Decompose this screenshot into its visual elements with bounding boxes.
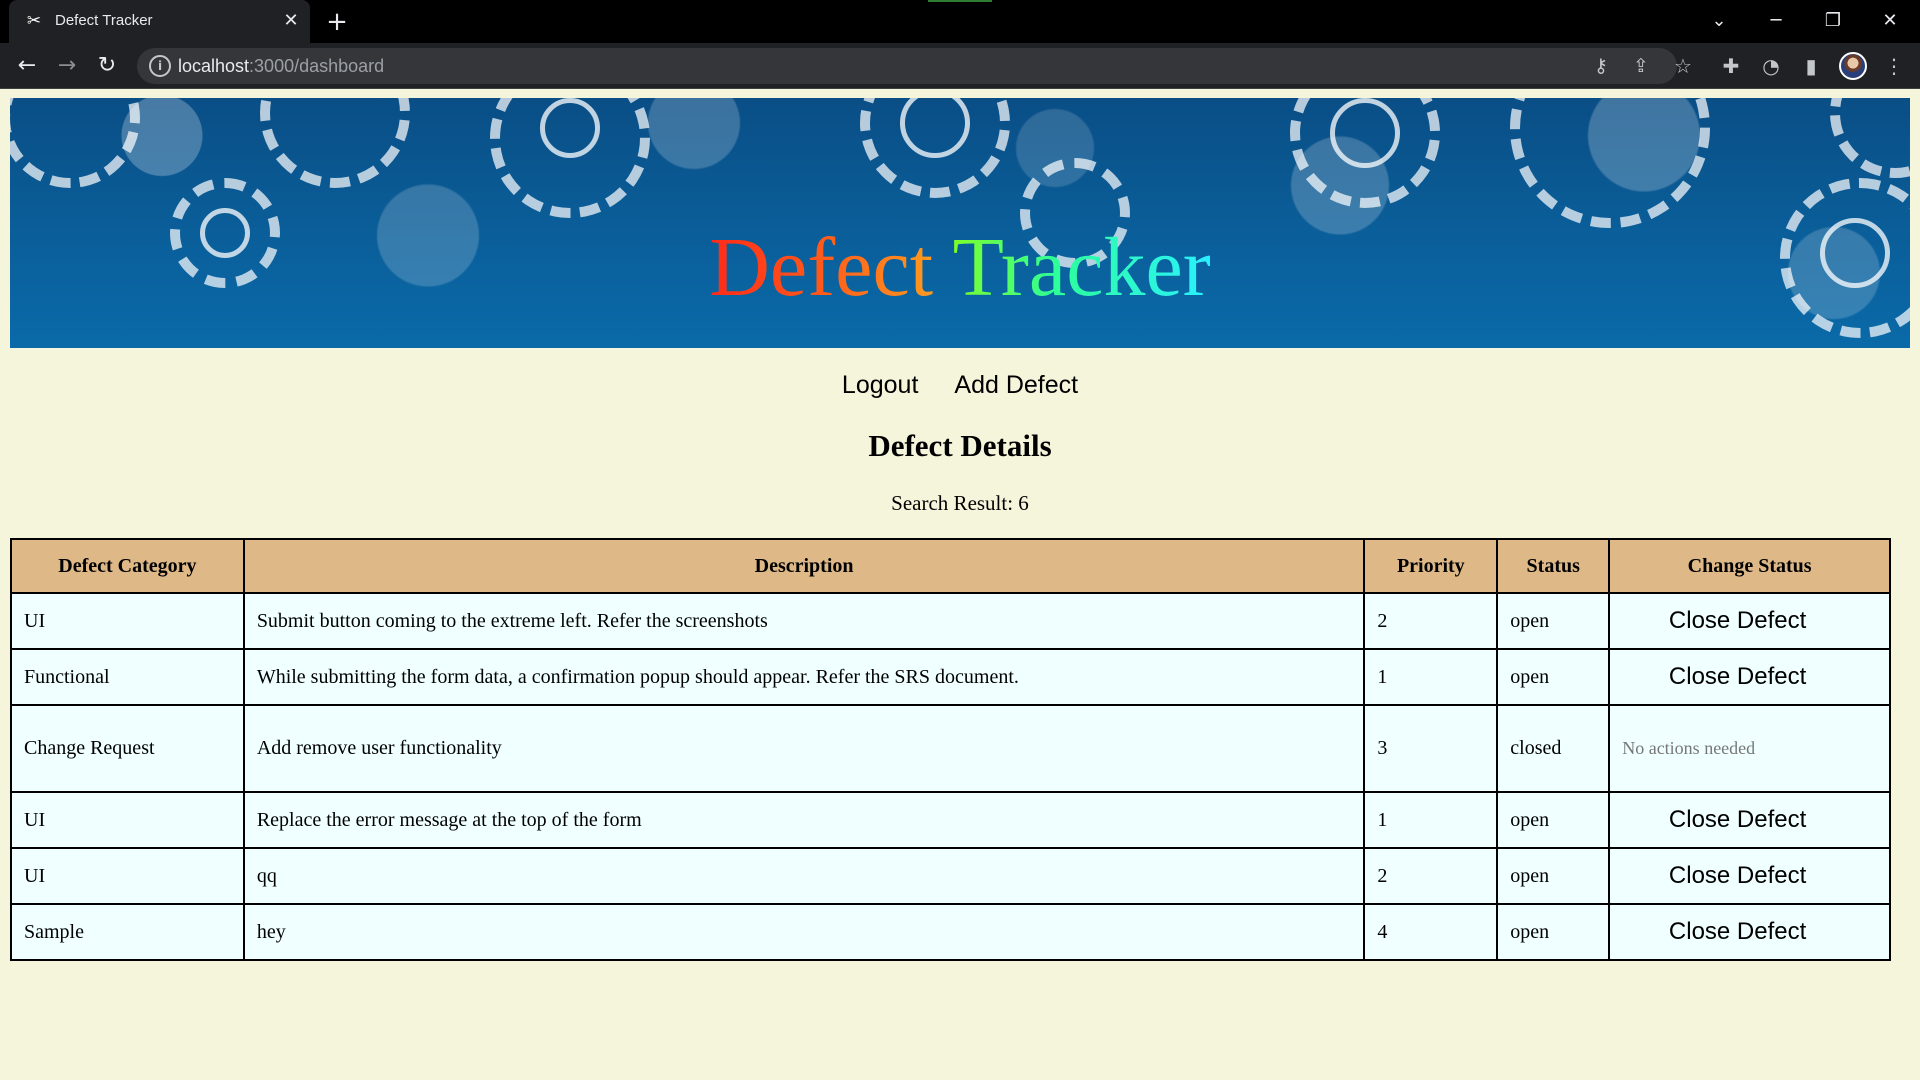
banner-title-part1: Defect — [709, 221, 934, 314]
cell-change-status: No actions needed — [1608, 704, 1891, 793]
cell-description: Add remove user functionality — [242, 704, 1366, 793]
new-tab-icon[interactable]: + — [323, 8, 351, 36]
cell-description: Replace the error message at the top of … — [242, 791, 1366, 849]
restore-icon[interactable]: ❐ — [1813, 6, 1853, 36]
cell-category: UI — [10, 592, 245, 650]
close-window-icon[interactable]: ✕ — [1870, 6, 1910, 36]
cell-status: open — [1496, 847, 1611, 905]
chevron-down-icon[interactable]: ⌄ — [1699, 6, 1739, 36]
close-defect-button[interactable]: Close Defect — [1622, 862, 1877, 890]
cell-priority: 4 — [1363, 903, 1499, 961]
table-row: UI qq 2 open Close Defect — [10, 847, 1891, 905]
cell-description: hey — [242, 903, 1366, 961]
gear-decoration — [260, 98, 410, 188]
side-panel-icon[interactable]: ▮ — [1796, 51, 1826, 81]
cell-description: While submitting the form data, a confir… — [242, 648, 1366, 706]
cell-description: qq — [242, 847, 1366, 905]
close-defect-button[interactable]: Close Defect — [1622, 607, 1877, 635]
cell-description: Submit button coming to the extreme left… — [242, 592, 1366, 650]
table-row: Change Request Add remove user functiona… — [10, 704, 1891, 793]
column-header-category: Defect Category — [10, 538, 245, 594]
forward-arrow-icon[interactable]: → — [52, 51, 82, 81]
cell-category: Sample — [10, 903, 245, 961]
cell-priority: 3 — [1363, 704, 1499, 793]
close-defect-button[interactable]: Close Defect — [1622, 663, 1877, 691]
table-header-row: Defect Category Description Priority Sta… — [10, 538, 1891, 594]
no-actions-text: No actions needed — [1622, 738, 1756, 758]
logout-link[interactable]: Logout — [842, 371, 918, 400]
page-title: Defect Details — [868, 428, 1052, 463]
cell-change-status: Close Defect — [1608, 592, 1891, 650]
browser-toolbar: ← → ↻ i localhost:3000/dashboard ⚷ ⇪ ☆ ✚… — [0, 43, 1920, 89]
more-menu-icon[interactable]: ⋮ — [1879, 51, 1909, 81]
table-row: Functional While submitting the form dat… — [10, 648, 1891, 706]
close-defect-button[interactable]: Close Defect — [1622, 806, 1877, 834]
gear-decoration — [540, 98, 600, 158]
star-icon[interactable]: ☆ — [1668, 51, 1698, 81]
reload-icon[interactable]: ↻ — [92, 51, 122, 81]
cell-priority: 1 — [1363, 791, 1499, 849]
banner-title: Defect Tracker — [10, 220, 1910, 316]
cell-change-status: Close Defect — [1608, 903, 1891, 961]
cell-change-status: Close Defect — [1608, 648, 1891, 706]
table-row: Sample hey 4 open Close Defect — [10, 903, 1891, 961]
gear-decoration — [1330, 98, 1400, 168]
browser-tab[interactable]: ✂ Defect Tracker ✕ — [9, 0, 310, 43]
cell-change-status: Close Defect — [1608, 847, 1891, 905]
key-icon[interactable]: ⚷ — [1586, 51, 1616, 81]
tab-title: Defect Tracker — [55, 12, 153, 29]
add-defect-link[interactable]: Add Defect — [954, 371, 1078, 400]
column-header-priority: Priority — [1363, 538, 1499, 594]
defects-table: Defect Category Description Priority Sta… — [10, 538, 1891, 961]
cell-status: open — [1496, 648, 1611, 706]
url-path: :3000/dashboard — [249, 56, 385, 76]
extensions-icon[interactable]: ✚ — [1716, 51, 1746, 81]
column-header-description: Description — [242, 538, 1366, 594]
cell-category: UI — [10, 791, 245, 849]
url-host: localhost — [178, 56, 250, 76]
table-row: UI Submit button coming to the extreme l… — [10, 592, 1891, 650]
close-defect-button[interactable]: Close Defect — [1622, 918, 1877, 946]
cell-status: closed — [1496, 704, 1611, 793]
performance-icon[interactable]: ◔ — [1756, 51, 1786, 81]
url-text[interactable]: localhost:3000/dashboard — [178, 56, 384, 77]
cell-status: open — [1496, 791, 1611, 849]
cell-category: UI — [10, 847, 245, 905]
browser-tab-bar: ✂ Defect Tracker ✕ + ⌄ ─ ❐ ✕ — [0, 0, 1920, 43]
share-icon[interactable]: ⇪ — [1626, 51, 1656, 81]
cell-priority: 2 — [1363, 847, 1499, 905]
info-icon[interactable]: i — [149, 55, 171, 77]
search-result-count: Search Result: 6 — [891, 491, 1029, 515]
back-arrow-icon[interactable]: ← — [12, 51, 42, 81]
column-header-change-status: Change Status — [1608, 538, 1891, 594]
banner: Defect Tracker — [10, 98, 1910, 348]
table-row: UI Replace the error message at the top … — [10, 791, 1891, 849]
gear-decoration — [10, 98, 140, 188]
banner-title-part2: Tracker — [952, 221, 1211, 314]
tab-strip-accent — [928, 0, 992, 2]
tools-icon: ✂ — [26, 11, 42, 31]
cell-priority: 2 — [1363, 592, 1499, 650]
avatar[interactable] — [1839, 52, 1867, 80]
close-icon[interactable]: ✕ — [280, 10, 302, 32]
cell-category: Functional — [10, 648, 245, 706]
gear-decoration — [1830, 98, 1910, 178]
cell-status: open — [1496, 903, 1611, 961]
column-header-status: Status — [1496, 538, 1611, 594]
cell-category: Change Request — [10, 704, 245, 793]
cell-priority: 1 — [1363, 648, 1499, 706]
address-bar[interactable]: i localhost:3000/dashboard ⚷ ⇪ — [137, 48, 1677, 84]
minimize-icon[interactable]: ─ — [1756, 6, 1796, 36]
cell-status: open — [1496, 592, 1611, 650]
cell-change-status: Close Defect — [1608, 791, 1891, 849]
gear-decoration — [1510, 98, 1710, 228]
nav-links: Logout Add Defect — [0, 371, 1920, 400]
